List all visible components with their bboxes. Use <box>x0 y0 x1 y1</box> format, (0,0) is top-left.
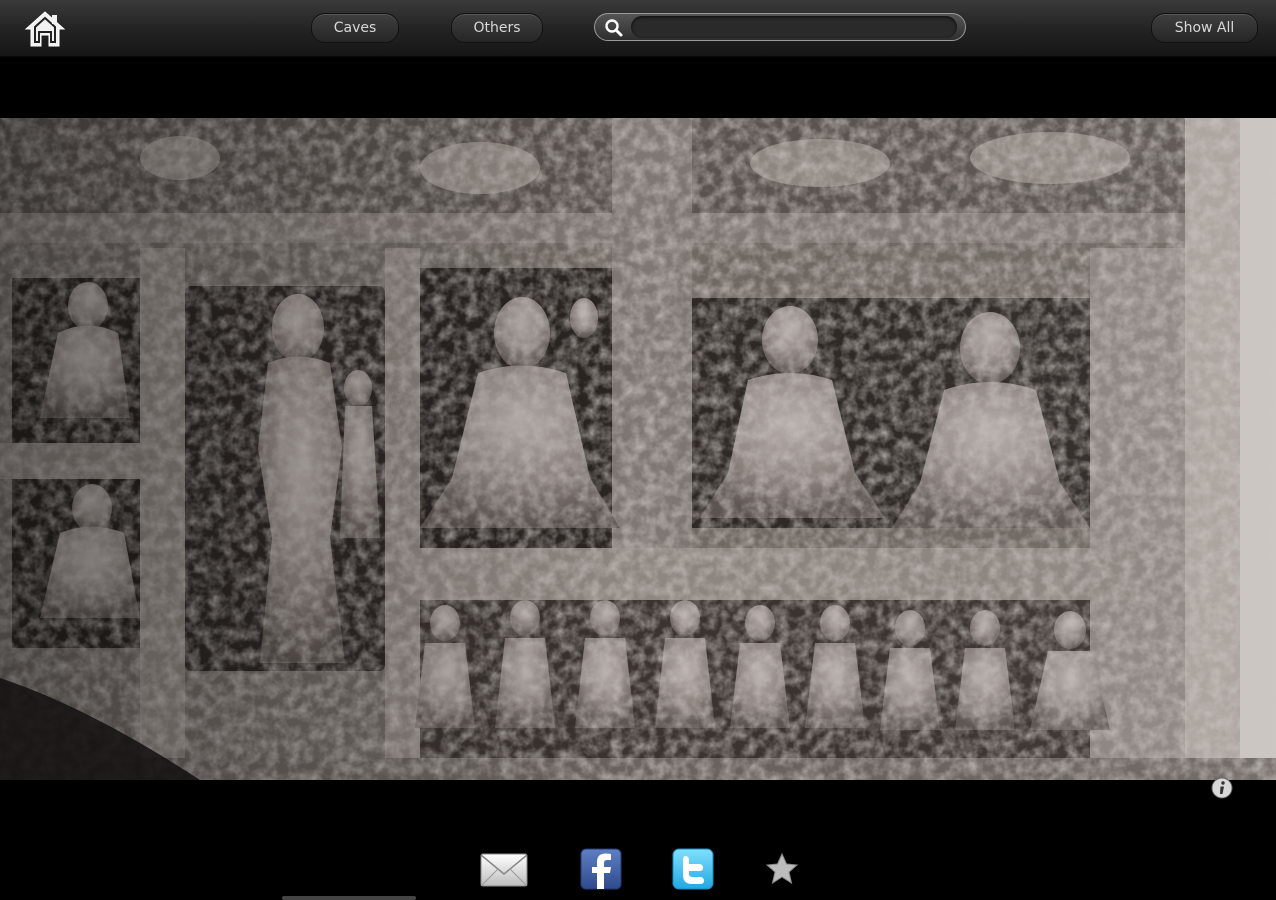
search-bar <box>594 13 966 41</box>
facebook-icon <box>580 848 622 890</box>
info-button[interactable] <box>1210 777 1234 799</box>
twitter-share-button[interactable] <box>672 848 714 890</box>
cave-sculpture-photo <box>0 118 1276 780</box>
page-indicator <box>282 896 416 900</box>
others-button[interactable]: Others <box>451 13 543 43</box>
home-icon <box>24 11 66 47</box>
search-input[interactable] <box>631 16 957 38</box>
caves-button[interactable]: Caves <box>311 13 399 43</box>
email-share-button[interactable] <box>479 848 529 892</box>
twitter-icon <box>672 848 714 890</box>
home-button[interactable] <box>24 9 66 49</box>
show-all-button[interactable]: Show All <box>1151 13 1258 43</box>
star-icon <box>765 852 799 885</box>
search-icon <box>605 19 623 37</box>
facebook-share-button[interactable] <box>580 848 622 890</box>
top-toolbar: Caves Others Show All <box>0 0 1276 57</box>
favorite-button[interactable] <box>762 848 802 890</box>
info-icon <box>1211 777 1233 799</box>
mail-icon <box>480 853 528 887</box>
